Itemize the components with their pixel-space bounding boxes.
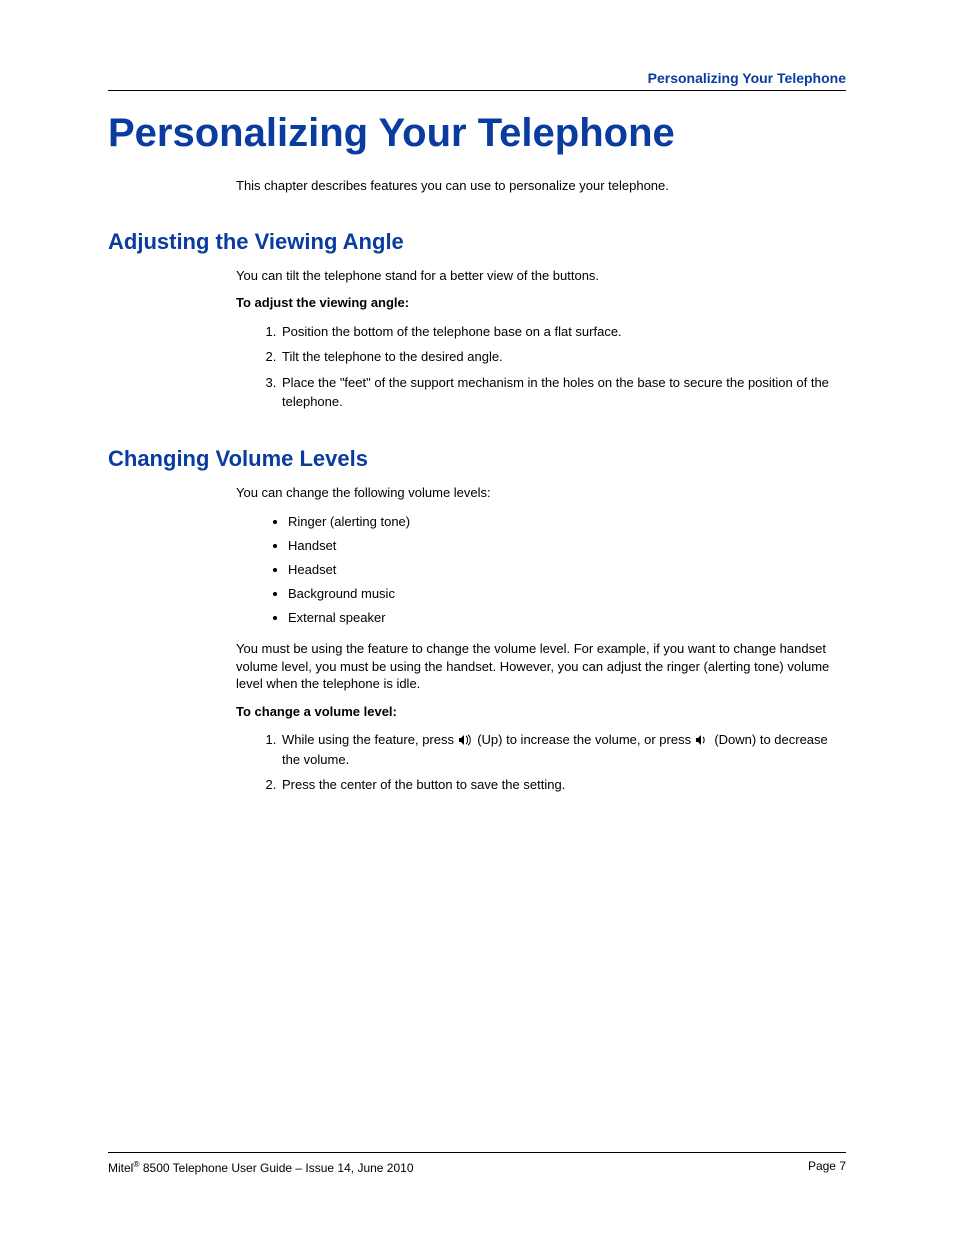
step-text: While using the feature, press — [282, 732, 458, 747]
lead-text: You can tilt the telephone stand for a b… — [236, 267, 846, 285]
section-heading-viewing-angle: Adjusting the Viewing Angle — [108, 229, 846, 255]
chapter-title: Personalizing Your Telephone — [108, 111, 846, 156]
steps-list: Position the bottom of the telephone bas… — [236, 322, 846, 412]
bullet-item: External speaker — [288, 608, 846, 628]
step-text: (Up) to increase the volume, or press — [477, 732, 694, 747]
footer-brand: Mitel — [108, 1161, 133, 1175]
bullet-item: Background music — [288, 584, 846, 604]
page-footer: Mitel® 8500 Telephone User Guide – Issue… — [108, 1152, 846, 1175]
footer-left: Mitel® 8500 Telephone User Guide – Issue… — [108, 1159, 414, 1175]
step-item: Position the bottom of the telephone bas… — [280, 322, 846, 342]
running-head: Personalizing Your Telephone — [108, 70, 846, 91]
footer-page-number: Page 7 — [808, 1159, 846, 1175]
section-heading-volume: Changing Volume Levels — [108, 446, 846, 472]
page: Personalizing Your Telephone Personalizi… — [0, 0, 954, 1235]
volume-down-icon — [696, 732, 710, 744]
bullet-item: Ringer (alerting tone) — [288, 512, 846, 532]
bullet-item: Handset — [288, 536, 846, 556]
chapter-intro: This chapter describes features you can … — [236, 178, 846, 195]
step-item: Tilt the telephone to the desired angle. — [280, 347, 846, 367]
lead-text: You can change the following volume leve… — [236, 484, 846, 502]
bullet-list: Ringer (alerting tone) Handset Headset B… — [236, 512, 846, 629]
step-item: While using the feature, press (Up) to i… — [280, 730, 846, 769]
note-text: You must be using the feature to change … — [236, 640, 846, 693]
step-item: Press the center of the button to save t… — [280, 775, 846, 795]
section-body-viewing-angle: You can tilt the telephone stand for a b… — [236, 267, 846, 412]
step-item: Place the "feet" of the support mechanis… — [280, 373, 846, 412]
volume-up-icon — [459, 732, 473, 744]
section-body-volume: You can change the following volume leve… — [236, 484, 846, 795]
steps-list: While using the feature, press (Up) to i… — [236, 730, 846, 795]
subhead: To adjust the viewing angle: — [236, 294, 846, 312]
bullet-item: Headset — [288, 560, 846, 580]
footer-doc-info: 8500 Telephone User Guide – Issue 14, Ju… — [140, 1161, 414, 1175]
subhead: To change a volume level: — [236, 703, 846, 721]
